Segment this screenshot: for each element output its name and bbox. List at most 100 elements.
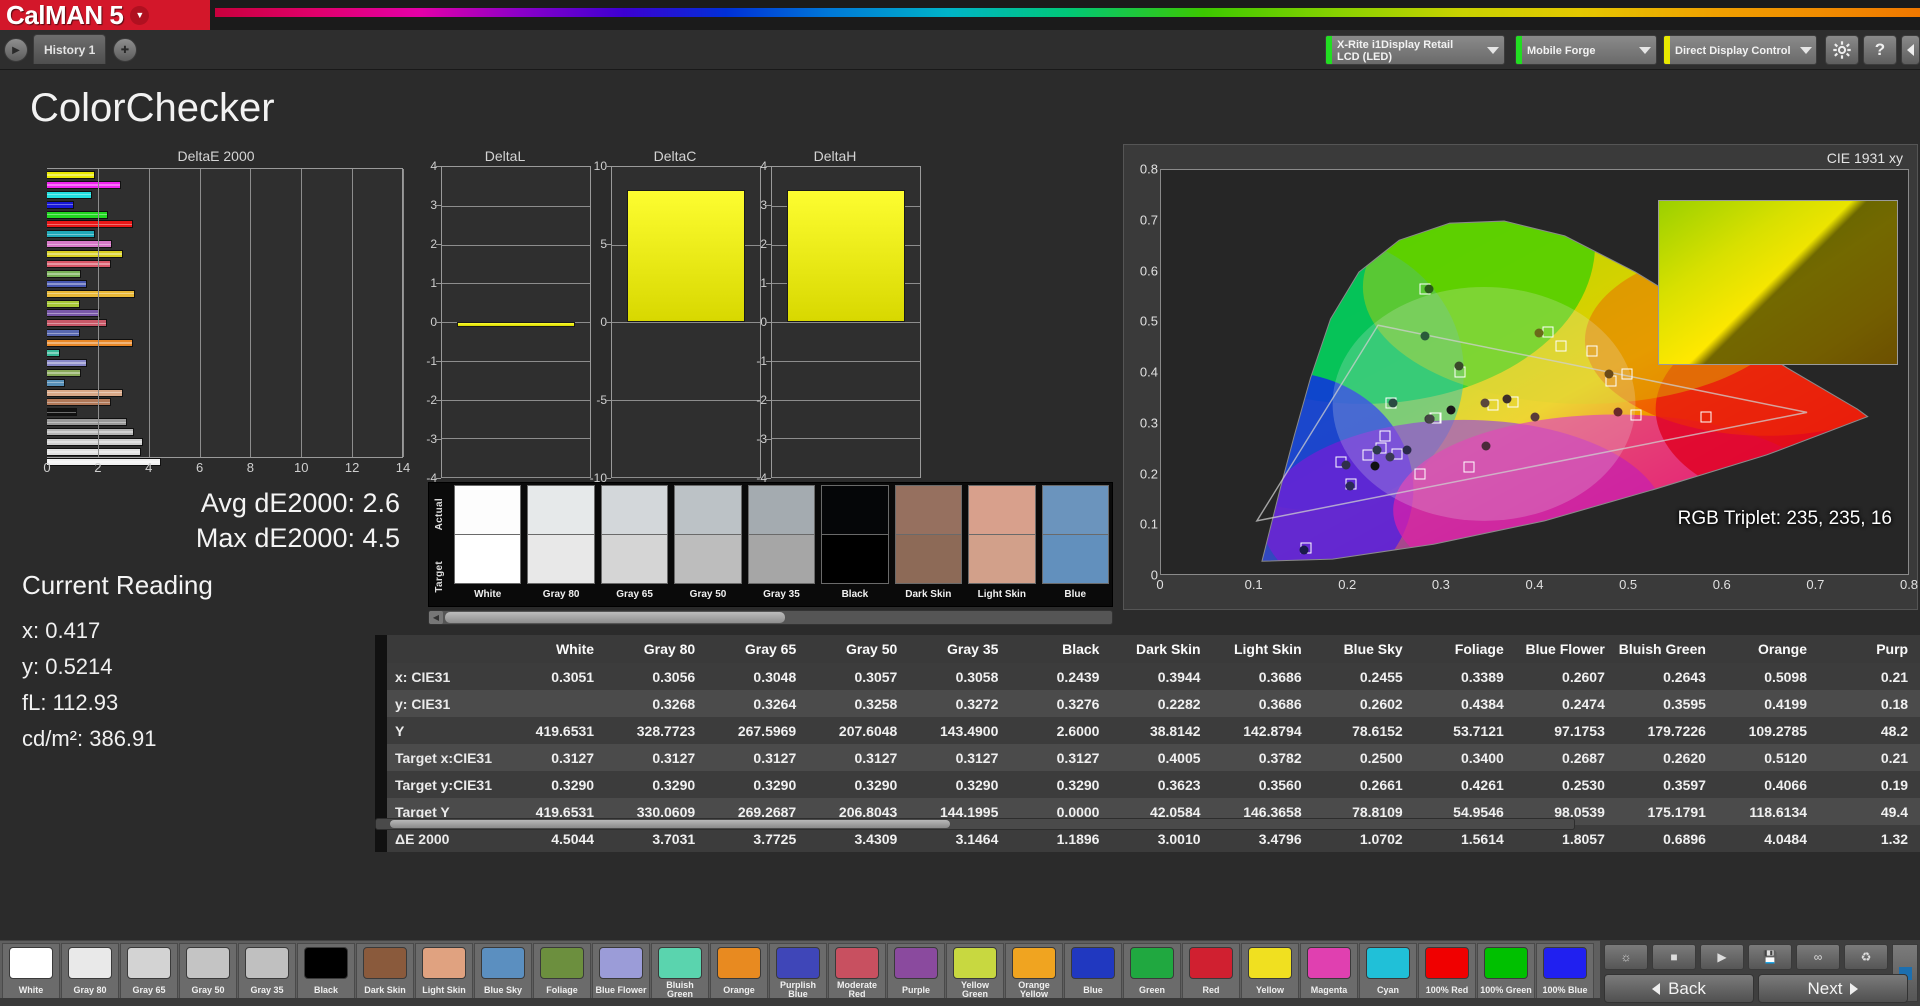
table-cell: 0.3272 <box>955 695 999 712</box>
delta-c-y-axis: 10 5 0 -5 -10 <box>585 159 611 485</box>
loop-icon[interactable]: ∞ <box>1796 944 1840 970</box>
table-cell: 0.3290 <box>753 776 797 793</box>
back-button[interactable]: Back <box>1604 974 1754 1003</box>
x-axis-tick: 14 <box>395 460 411 475</box>
table-cell: 0.3686 <box>1258 668 1302 685</box>
rainbow-divider <box>215 8 1920 17</box>
grid-line <box>612 399 760 401</box>
palette-item[interactable]: Green <box>1123 943 1181 1001</box>
palette-item[interactable]: Gray 65 <box>120 943 178 1001</box>
swatch-label: Gray 35 <box>763 589 800 600</box>
app-logo[interactable]: CalMAN 5 ▼ <box>0 0 210 30</box>
swatch-column[interactable]: Gray 50 <box>671 483 744 606</box>
swatch-strip-scrollbar[interactable]: ◀ <box>428 610 1113 625</box>
delta-e-bar <box>47 220 134 229</box>
stop-icon[interactable]: ■ <box>1652 944 1696 970</box>
palette-item[interactable]: Cyan <box>1359 943 1417 1001</box>
meter-dropdown[interactable]: X-Rite i1Display Retail LCD (LED) <box>1325 35 1505 65</box>
palette-scrollbar[interactable] <box>0 998 1600 1006</box>
palette-item[interactable]: Yellow Green <box>946 943 1004 1001</box>
scrollbar-thumb[interactable] <box>390 820 950 828</box>
swatch-column[interactable]: Blue <box>1039 483 1112 606</box>
palette-item[interactable]: White <box>2 943 60 1001</box>
chevron-down-icon[interactable] <box>1795 36 1816 64</box>
palette-swatch <box>1012 947 1056 979</box>
palette-swatch <box>245 947 289 979</box>
scrollbar-thumb[interactable] <box>445 612 785 623</box>
palette-item[interactable]: Foliage <box>533 943 591 1001</box>
grid-line <box>403 169 404 457</box>
palette-swatch <box>127 947 171 979</box>
table-row[interactable]: Target y:CIE31 0.3290 0.3290 0.3290 0.3290 0.… <box>375 771 1920 798</box>
table-row[interactable]: Target x:CIE31 0.3127 0.3127 0.3127 0.3127 0.… <box>375 744 1920 771</box>
palette-item[interactable]: Bluish Green <box>651 943 709 1001</box>
table-cell: 0.3290 <box>955 776 999 793</box>
palette-item[interactable]: Magenta <box>1300 943 1358 1001</box>
measurement-table-scrollbar[interactable] <box>375 818 1575 830</box>
actual-swatch <box>968 485 1036 535</box>
source-dropdown[interactable]: Mobile Forge <box>1515 35 1657 65</box>
palette-item[interactable]: Red <box>1182 943 1240 1001</box>
chevron-down-icon[interactable] <box>1482 36 1504 64</box>
palette-item[interactable]: Blue <box>1064 943 1122 1001</box>
table-row[interactable]: Y 419.6531 328.7723 267.5969 207.6048 143.490… <box>375 717 1920 744</box>
target-swatch <box>968 535 1036 584</box>
swatch-column[interactable]: Gray 35 <box>745 483 818 606</box>
swatch-column[interactable]: Black <box>818 483 891 606</box>
cie-measured-point <box>1424 284 1434 294</box>
chevron-down-icon[interactable] <box>1634 36 1656 64</box>
table-row[interactable]: x: CIE31 0.3051 0.3056 0.3048 0.3057 0.3058 0.… <box>375 663 1920 690</box>
palette-item[interactable]: Orange <box>710 943 768 1001</box>
delta-c-plot-area <box>611 166 761 478</box>
palette-item[interactable]: Gray 80 <box>61 943 119 1001</box>
palette-item[interactable]: Gray 35 <box>238 943 296 1001</box>
palette-label: Orange <box>723 984 755 995</box>
delta-e-bar <box>47 240 112 249</box>
chevron-down-icon[interactable]: ▼ <box>130 5 150 25</box>
gear-icon[interactable] <box>1825 35 1859 65</box>
row-label <box>387 635 505 663</box>
tick-mark <box>436 478 441 479</box>
swatch-column[interactable]: Dark Skin <box>892 483 965 606</box>
palette-item[interactable]: 100% Red <box>1418 943 1476 1001</box>
palette-item[interactable]: Orange Yellow <box>1005 943 1063 1001</box>
display-control-dropdown[interactable]: Direct Display Control <box>1663 35 1817 65</box>
trash-icon[interactable]: ♻ <box>1844 944 1888 970</box>
tab-history-1[interactable]: History 1 <box>33 34 107 64</box>
swatch-column[interactable]: White <box>451 483 524 606</box>
play-icon[interactable]: ▶ <box>4 38 28 62</box>
palette-item[interactable]: Purple <box>887 943 945 1001</box>
palette-item[interactable]: Dark Skin <box>356 943 414 1001</box>
swatch-column[interactable]: Light Skin <box>965 483 1038 606</box>
swatch-column[interactable]: Gray 80 <box>524 483 597 606</box>
table-row[interactable]: y: CIE31 0.3268 0.3264 0.3258 0.3272 0.3276 0.… <box>375 690 1920 717</box>
swatch-column[interactable]: Gray 65 <box>598 483 671 606</box>
save-icon[interactable]: 💾 <box>1748 944 1792 970</box>
chevron-left-icon[interactable]: ◀ <box>429 611 443 624</box>
palette-item[interactable]: Black <box>297 943 355 1001</box>
table-cell: 0.3057 <box>854 668 898 685</box>
chevron-left-icon[interactable] <box>1901 35 1920 65</box>
palette-item[interactable]: Gray 50 <box>179 943 237 1001</box>
next-button[interactable]: Next <box>1758 974 1908 1003</box>
palette-item[interactable]: 100% Blue <box>1536 943 1594 1001</box>
grid-line <box>612 477 760 478</box>
cie-measured-point <box>1534 328 1544 338</box>
delta-e-bar <box>47 171 96 179</box>
plus-icon[interactable]: ✚ <box>113 38 137 62</box>
table-cell: 267.5969 <box>737 722 797 739</box>
palette-item[interactable]: 100% Green <box>1477 943 1535 1001</box>
delta-l-chart: DeltaL 4 3 2 1 0 -1 -2 -3 -4 <box>415 148 595 485</box>
help-icon[interactable]: ? <box>1863 35 1897 65</box>
play-icon[interactable]: ▶ <box>1700 944 1744 970</box>
palette-item[interactable]: Purplish Blue <box>769 943 827 1001</box>
palette-item[interactable]: Light Skin <box>415 943 473 1001</box>
palette-item[interactable]: Blue Sky <box>474 943 532 1001</box>
palette-item[interactable]: Moderate Red <box>828 943 886 1001</box>
palette-item[interactable]: Blue Flower <box>592 943 650 1001</box>
palette-swatch <box>68 947 112 979</box>
current-reading-title: Current Reading <box>22 570 213 600</box>
delta-e-bar <box>47 279 87 288</box>
camera-icon[interactable]: ☼ <box>1604 944 1648 970</box>
palette-item[interactable]: Yellow <box>1241 943 1299 1001</box>
